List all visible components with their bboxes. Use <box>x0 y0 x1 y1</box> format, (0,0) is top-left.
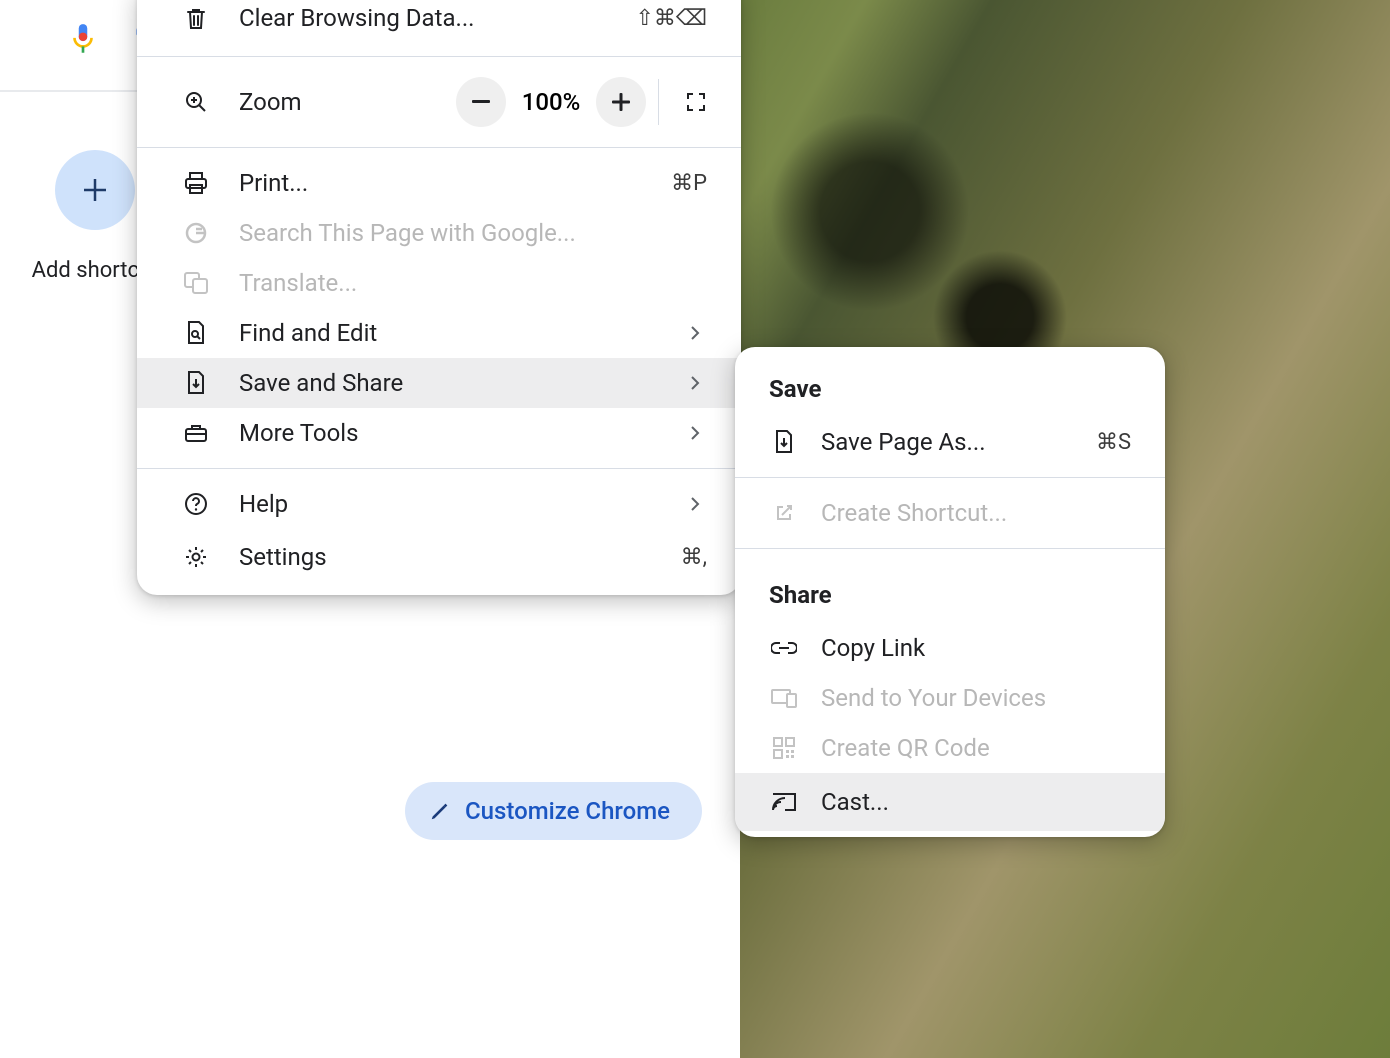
menu-label: Settings <box>239 543 681 571</box>
plus-icon <box>612 93 630 111</box>
menu-label: Save and Share <box>239 369 683 397</box>
vertical-separator <box>658 79 659 125</box>
submenu-header-share: Share <box>735 559 1165 623</box>
zoom-in-button[interactable] <box>596 77 646 127</box>
menu-separator <box>137 468 741 469</box>
print-icon <box>181 172 211 194</box>
menu-label: Translate... <box>239 269 707 297</box>
menu-separator <box>137 147 741 148</box>
menu-item-save-and-share[interactable]: Save and Share <box>137 358 741 408</box>
toolbox-icon <box>181 423 211 443</box>
submenu-separator <box>735 477 1165 478</box>
google-icon <box>181 221 211 245</box>
submenu-header-save: Save <box>735 353 1165 417</box>
menu-item-search-this-page: Search This Page with Google... <box>137 208 741 258</box>
cast-icon <box>769 791 799 813</box>
menu-item-clear-browsing-data[interactable]: Clear Browsing Data... ⇧⌘⌫ <box>137 0 741 46</box>
trash-icon <box>181 6 211 30</box>
menu-item-help[interactable]: Help <box>137 479 741 529</box>
menu-label: Help <box>239 490 683 518</box>
submenu-item-create-qr-code: Create QR Code <box>735 723 1165 773</box>
submenu-label: Create QR Code <box>821 734 1131 762</box>
submenu-item-create-shortcut: Create Shortcut... <box>735 488 1165 538</box>
chevron-right-icon <box>683 325 707 341</box>
link-icon <box>769 641 799 655</box>
menu-label: Find and Edit <box>239 319 683 347</box>
save-page-icon <box>769 430 799 454</box>
zoom-in-icon <box>181 90 211 114</box>
submenu-label: Create Shortcut... <box>821 499 1131 527</box>
gear-icon <box>181 545 211 569</box>
menu-item-more-tools[interactable]: More Tools <box>137 408 741 458</box>
menu-label: Print... <box>239 169 671 197</box>
qr-code-icon <box>769 737 799 759</box>
fullscreen-button[interactable] <box>671 77 721 127</box>
menu-label: More Tools <box>239 419 683 447</box>
menu-shortcut: ⌘, <box>681 545 707 570</box>
menu-shortcut: ⇧⌘⌫ <box>635 6 707 31</box>
voice-search-icon[interactable] <box>63 20 103 60</box>
help-icon <box>181 492 211 516</box>
devices-icon <box>769 688 799 708</box>
submenu-separator <box>735 548 1165 549</box>
pencil-icon <box>429 800 451 822</box>
add-shortcut-button[interactable] <box>55 150 135 230</box>
save-page-icon <box>181 371 211 395</box>
submenu-item-save-page-as[interactable]: Save Page As... ⌘S <box>735 417 1165 467</box>
menu-separator <box>137 56 741 57</box>
translate-icon <box>181 272 211 294</box>
find-in-page-icon <box>181 321 211 345</box>
submenu-item-copy-link[interactable]: Copy Link <box>735 623 1165 673</box>
submenu-item-send-to-devices: Send to Your Devices <box>735 673 1165 723</box>
customize-chrome-label: Customize Chrome <box>465 797 670 825</box>
submenu-label: Copy Link <box>821 634 1131 662</box>
submenu-label: Send to Your Devices <box>821 684 1131 712</box>
minus-icon <box>472 100 490 104</box>
menu-label: Clear Browsing Data... <box>239 4 635 32</box>
menu-item-translate: Translate... <box>137 258 741 308</box>
menu-label: Search This Page with Google... <box>239 219 707 247</box>
menu-item-print[interactable]: Print... ⌘P <box>137 158 741 208</box>
submenu-shortcut: ⌘S <box>1096 430 1131 455</box>
fullscreen-icon <box>686 92 706 112</box>
submenu-label: Cast... <box>821 788 1131 816</box>
zoom-value: 100% <box>506 88 596 116</box>
zoom-label: Zoom <box>239 88 456 116</box>
menu-item-find-and-edit[interactable]: Find and Edit <box>137 308 741 358</box>
chevron-right-icon <box>683 375 707 391</box>
menu-shortcut: ⌘P <box>671 171 707 196</box>
chevron-right-icon <box>683 496 707 512</box>
chrome-menu: Clear Browsing Data... ⇧⌘⌫ Zoom 100% Pri… <box>137 0 741 595</box>
submenu-label: Save Page As... <box>821 428 1096 456</box>
plus-icon <box>80 175 110 205</box>
menu-item-zoom: Zoom 100% <box>137 67 741 137</box>
create-shortcut-icon <box>769 502 799 524</box>
menu-item-settings[interactable]: Settings ⌘, <box>137 529 741 585</box>
submenu-item-cast[interactable]: Cast... <box>735 773 1165 831</box>
customize-chrome-button[interactable]: Customize Chrome <box>405 782 702 840</box>
chevron-right-icon <box>683 425 707 441</box>
zoom-out-button[interactable] <box>456 77 506 127</box>
save-and-share-submenu: Save Save Page As... ⌘S Create Shortcut.… <box>735 347 1165 837</box>
